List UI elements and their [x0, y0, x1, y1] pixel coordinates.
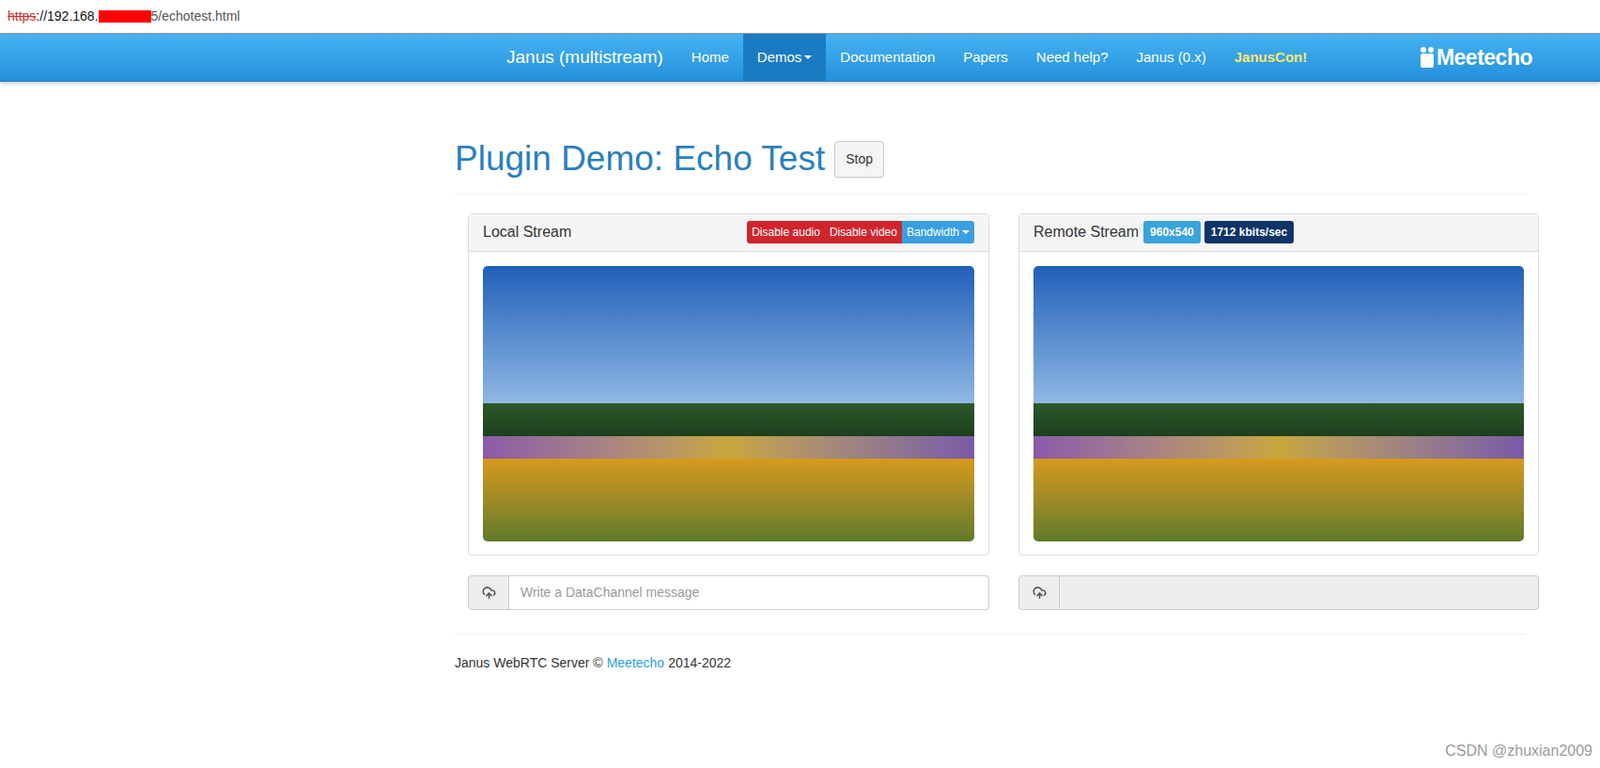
bandwidth-button[interactable]: Bandwidth	[901, 220, 975, 244]
meetecho-logo[interactable]: Meetecho	[1419, 33, 1533, 81]
panel-header: Local Stream Disable audioDisable videoBa…	[468, 214, 989, 252]
navbar-brand[interactable]: Janus (multistream)	[492, 33, 678, 81]
panel-title: Remote Stream	[1033, 220, 1139, 244]
local-panel: Local Stream Disable audioDisable videoBa…	[467, 213, 990, 556]
dropdown-caret-icon	[804, 55, 812, 60]
panel-header: Remote Stream960x5401712 kbits/sec	[1019, 214, 1538, 252]
app: https://192.168. 5/echotest.html Janus (mu…	[0, 0, 1600, 768]
remote-panel: Remote Stream960x5401712 kbits/sec	[1018, 213, 1539, 556]
remote-datachannel	[1018, 574, 1539, 610]
cloud-upload-icon	[481, 585, 497, 600]
datachannel-input[interactable]	[509, 574, 990, 610]
nav-item[interactable]: JanusCon!	[1220, 33, 1322, 81]
panels: Local Stream Disable audioDisable videoBa…	[467, 213, 1539, 610]
nav-item[interactable]: Need help?	[1022, 33, 1123, 81]
nav-item[interactable]: Janus (0.x)	[1122, 33, 1221, 81]
bandwidth-caret-icon	[962, 230, 970, 234]
nav-item[interactable]: Demos	[743, 33, 827, 81]
watermark: CSDN @zhuxian2009	[1444, 739, 1593, 762]
nav-item[interactable]: Home	[677, 33, 744, 81]
meetecho-mark-icon	[1419, 46, 1435, 69]
meetecho-link[interactable]: Meetecho	[606, 652, 665, 673]
local-video	[482, 265, 975, 542]
address-bar[interactable]: https://192.168. 5/echotest.html	[0, 0, 1600, 34]
page-header: Plugin Demo: Echo TestStop	[454, 139, 1526, 195]
addon	[467, 574, 510, 610]
panel-title: Local Stream	[482, 220, 572, 244]
cloud-upload-icon	[1032, 585, 1047, 600]
nav-item[interactable]: Papers	[948, 33, 1023, 81]
footer: Janus WebRTC Server ©Meetecho2014-2022	[454, 633, 1526, 673]
main: Plugin Demo: Echo TestStop Local Stream Di…	[454, 139, 1539, 673]
disable-button[interactable]: Disable audio	[746, 220, 825, 244]
addon	[1018, 574, 1060, 610]
redaction-block	[98, 10, 152, 23]
datachannel-input[interactable]	[1059, 574, 1539, 610]
page-title: Plugin Demo: Echo Test	[454, 139, 825, 179]
url-path: 5/echotest.html	[151, 6, 241, 27]
button-group: Disable audioDisable videoBandwidth	[746, 220, 975, 244]
url-scheme: https	[7, 6, 36, 27]
disable-button[interactable]: Disable video	[824, 220, 902, 244]
nav-item[interactable]: Documentation	[825, 33, 949, 81]
local-datachannel	[467, 574, 990, 610]
url-host: ://192.168.	[35, 6, 98, 27]
navbar: Janus (multistream)HomeDemosDocumentatio…	[0, 33, 1600, 82]
stream-badge: 1712 kbits/sec	[1204, 220, 1294, 244]
remote-video	[1033, 265, 1524, 542]
stop-button[interactable]: Stop	[834, 140, 885, 178]
stream-badge: 960x540	[1143, 220, 1201, 244]
